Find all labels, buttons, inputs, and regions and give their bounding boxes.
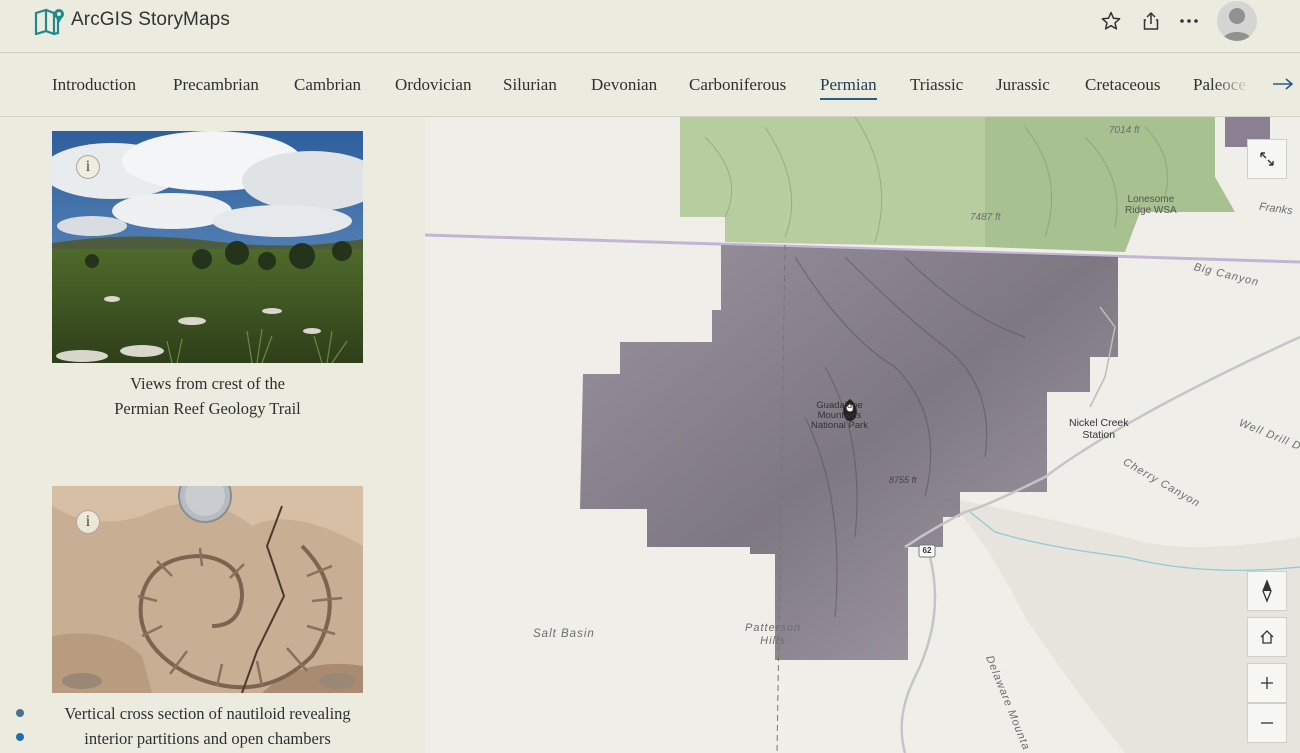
- tab-triassic[interactable]: Triassic: [910, 75, 963, 95]
- nautiloid-fossil-photo[interactable]: i: [52, 486, 363, 693]
- tab-permian[interactable]: Permian: [820, 75, 877, 100]
- expand-icon: [1260, 152, 1274, 166]
- compass-icon: [1262, 579, 1272, 603]
- compass-button[interactable]: [1247, 571, 1287, 611]
- map-label-nickel-creek: Nickel Creek Station: [1069, 417, 1129, 441]
- tab-cambrian[interactable]: Cambrian: [294, 75, 361, 95]
- info-button[interactable]: i: [76, 155, 100, 179]
- tab-jurassic[interactable]: Jurassic: [996, 75, 1050, 95]
- zoom-out-icon: [1261, 722, 1273, 724]
- tab-silurian[interactable]: Silurian: [503, 75, 557, 95]
- section-nav: Introduction Precambrian Cambrian Ordovi…: [0, 53, 1300, 117]
- tab-devonian[interactable]: Devonian: [591, 75, 657, 95]
- map-label-elevation: 8755 ft: [889, 475, 917, 485]
- map-label-line: Nickel Creek: [1069, 417, 1129, 429]
- map-label-line: Patterson: [745, 622, 802, 634]
- tab-precambrian[interactable]: Precambrian: [173, 75, 259, 95]
- map-label-line: Station: [1082, 429, 1116, 441]
- home-icon: [1260, 630, 1274, 644]
- share-icon[interactable]: [1140, 10, 1162, 32]
- storymaps-logo-icon[interactable]: [34, 7, 66, 35]
- map-label-line: National Park: [811, 420, 869, 431]
- caption-line: Views from crest of the: [130, 374, 285, 393]
- more-icon[interactable]: [1178, 10, 1200, 32]
- map-label-lonesome: Lonesome Ridge WSA: [1125, 194, 1177, 216]
- brand-name[interactable]: ArcGIS StoryMaps: [71, 9, 230, 31]
- tab-carboniferous[interactable]: Carboniferous: [689, 75, 786, 95]
- info-button[interactable]: i: [76, 510, 100, 534]
- caption-line: Permian Reef Geology Trail: [114, 399, 301, 418]
- tab-cretaceous[interactable]: Cretaceous: [1085, 75, 1161, 95]
- map-label-elevation: 7487 ft: [970, 212, 1001, 223]
- caption-line: Vertical cross section of nautiloid reve…: [64, 704, 351, 723]
- map-label-line: Hills: [760, 635, 786, 647]
- map-label-salt-basin: Salt Basin: [533, 628, 595, 640]
- tab-introduction[interactable]: Introduction: [52, 75, 136, 95]
- map-label-national-park: Guadalupe Mountains National Park: [811, 401, 868, 431]
- map-label-elevation: 7014 ft: [1109, 125, 1140, 136]
- nav-fade: [1212, 53, 1267, 116]
- star-icon[interactable]: [1100, 10, 1122, 32]
- photo-caption: Views from crest of the Permian Reef Geo…: [52, 371, 363, 421]
- story-panel: i Views from crest of the Permian Reef G…: [0, 117, 425, 753]
- map-label-patterson-hills: Patterson Hills: [745, 622, 801, 648]
- progress-dot[interactable]: [16, 709, 24, 717]
- route-shield: 62: [922, 546, 932, 555]
- avatar[interactable]: [1217, 1, 1257, 41]
- zoom-out-button[interactable]: [1247, 703, 1287, 743]
- progress-dot-active[interactable]: [16, 733, 24, 741]
- map-view[interactable]: 7014 ft Lonesome Ridge WSA Franks 7487 f…: [425, 117, 1300, 753]
- expand-map-button[interactable]: [1247, 139, 1287, 179]
- arrow-right-icon[interactable]: [1270, 71, 1296, 97]
- app-header: ArcGIS StoryMaps: [0, 0, 1300, 53]
- tab-ordovician[interactable]: Ordovician: [395, 75, 471, 95]
- zoom-in-icon: [1261, 677, 1273, 689]
- landscape-photo[interactable]: i: [52, 131, 363, 363]
- home-button[interactable]: [1247, 617, 1287, 657]
- photo-caption: Vertical cross section of nautiloid reve…: [52, 701, 363, 751]
- caption-line: interior partitions and open chambers: [84, 729, 331, 748]
- zoom-in-button[interactable]: [1247, 663, 1287, 703]
